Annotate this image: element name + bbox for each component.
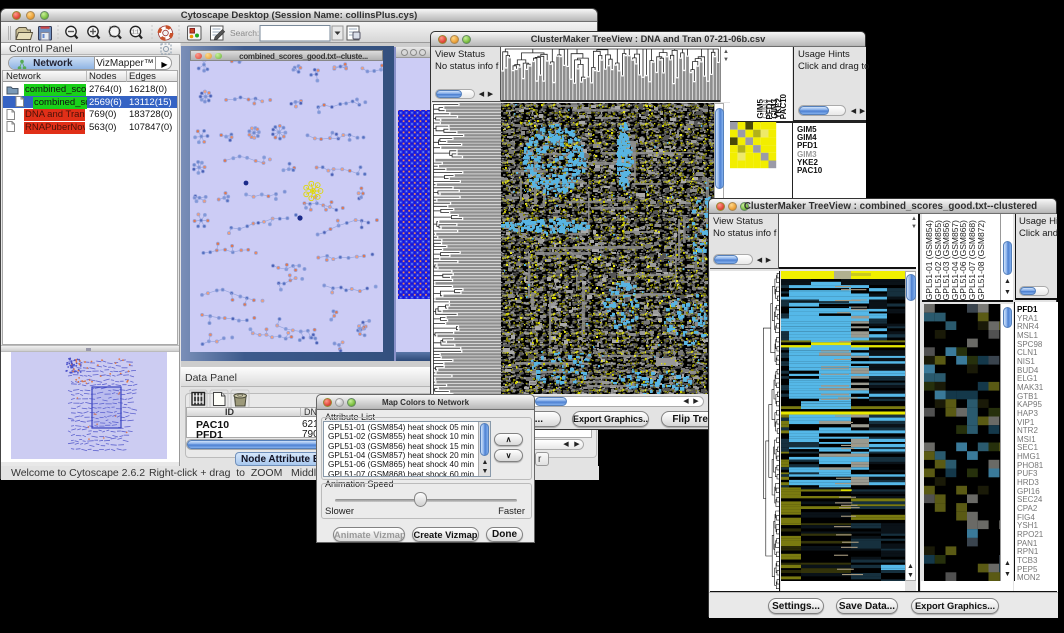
svg-text:1:1: 1:1 [132,30,139,36]
svg-text:Search:: Search: [230,28,259,38]
